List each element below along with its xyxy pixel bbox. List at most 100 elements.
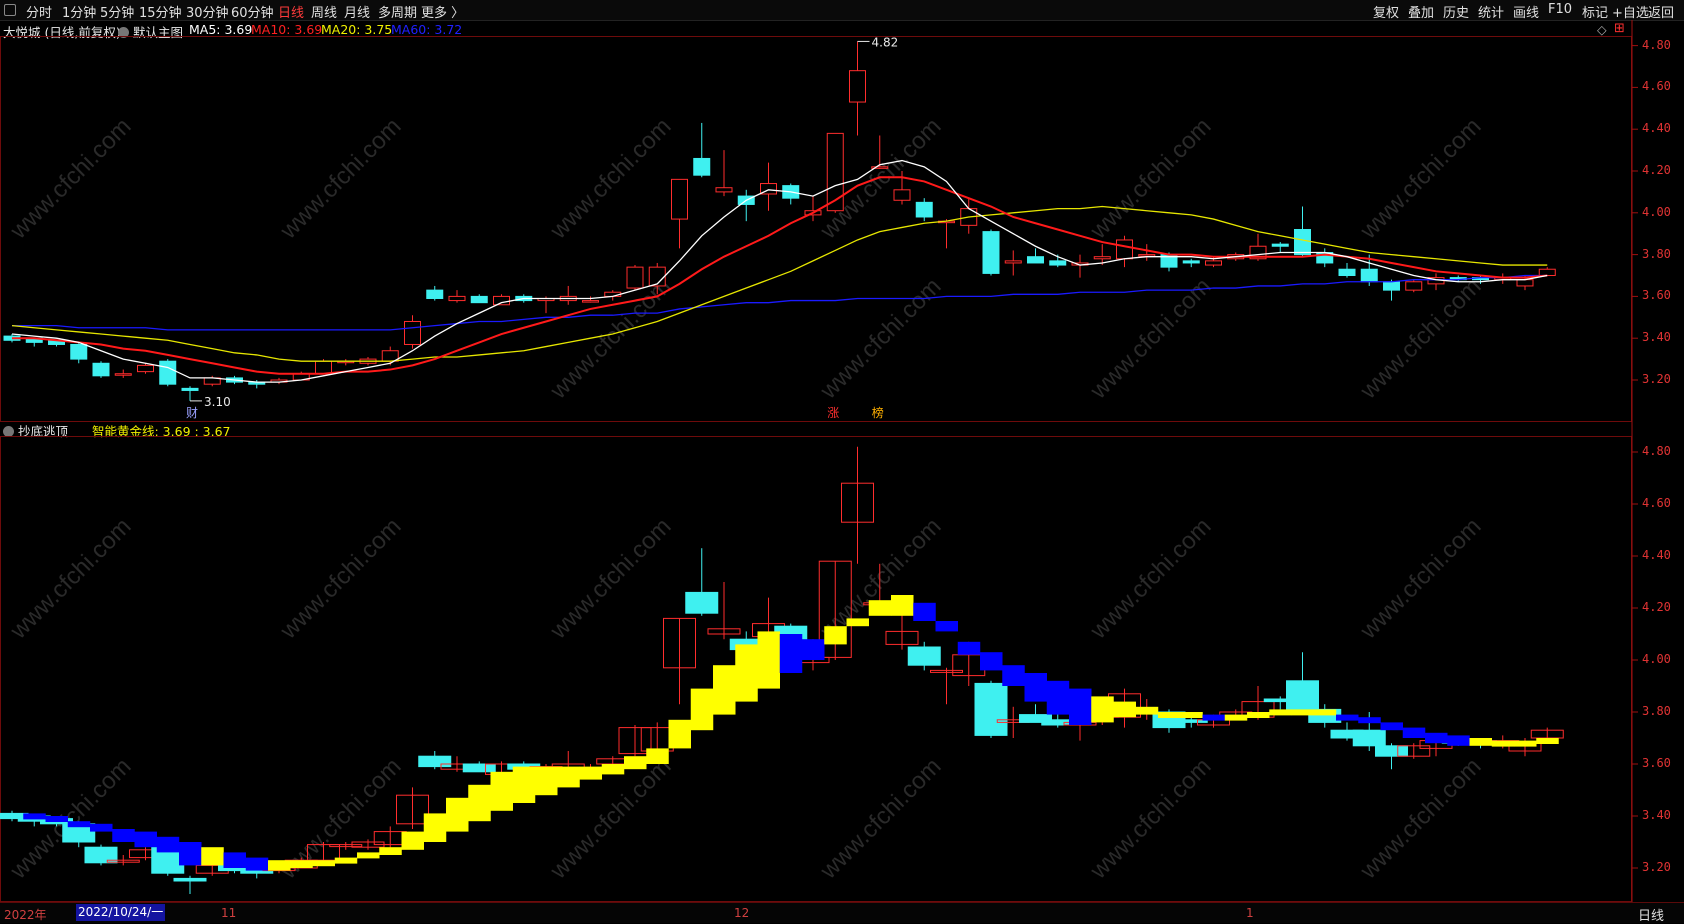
gold-band-segment: [446, 797, 469, 832]
gold-band-segment: [1291, 709, 1314, 716]
gold-band-segment: [935, 621, 958, 632]
gold-band-segment: [1336, 714, 1359, 721]
gold-band-segment: [891, 595, 914, 616]
year-label: 2022年: [4, 908, 47, 922]
gold-band-segment: [201, 847, 224, 866]
sub-candle-body: [907, 646, 941, 666]
candle-body: [893, 189, 911, 201]
gold-band-segment: [1069, 688, 1092, 725]
candle-body: [1405, 281, 1423, 291]
watermark-text: www.cfchi.com: [1084, 113, 1216, 245]
sub-y-tick-label: 4.40: [1642, 548, 1671, 562]
main-y-tick-label: 4.20: [1642, 163, 1671, 177]
gold-band-segment: [757, 631, 780, 689]
main-y-tick-label: 3.80: [1642, 246, 1671, 261]
watermark-text: www.cfchi.com: [1354, 513, 1486, 645]
sub-y-tick-label: 4.20: [1642, 600, 1671, 614]
candle-body: [1116, 239, 1133, 260]
candle-body: [404, 320, 421, 345]
candle-body: [1205, 260, 1222, 266]
gold-band-segment: [690, 688, 714, 731]
candle-body: [426, 289, 444, 299]
sub-y-tick-label: 4.80: [1642, 444, 1671, 458]
gold-band-segment: [512, 766, 536, 803]
main-y-tick-label: 3.40: [1642, 330, 1671, 345]
gold-band-segment: [1180, 712, 1203, 718]
month-label-11: 11: [221, 906, 237, 920]
gold-band-segment: [579, 766, 602, 780]
gold-band-segment: [468, 784, 491, 822]
gold-band-segment: [1447, 735, 1470, 746]
month-label-1: 1: [1246, 906, 1254, 920]
sub-candle-body: [974, 682, 1008, 736]
gold-band-segment: [913, 602, 936, 621]
watermark-text: www.cfchi.com: [1084, 513, 1216, 645]
gold-band-segment: [401, 831, 424, 850]
main-y-tick-label: 4.80: [1642, 37, 1671, 52]
candle-body: [915, 201, 933, 218]
candle-body: [470, 295, 488, 304]
gold-band-segment: [1247, 712, 1270, 718]
main-y-tick-label: 4.40: [1642, 121, 1671, 136]
cursor-date: 2022/10/24/一: [76, 904, 166, 921]
sub-y-tick-label: 4.00: [1642, 652, 1671, 666]
gold-band-segment: [1024, 673, 1047, 702]
gold-band-segment: [535, 766, 558, 796]
candle-body: [493, 295, 510, 306]
gold-band-segment: [423, 813, 447, 842]
gold-band-segment: [179, 842, 202, 866]
candle-body: [448, 295, 466, 302]
candle-body: [671, 178, 688, 220]
watermark-text: www.cfchi.com: [814, 273, 946, 405]
candle-body: [92, 362, 110, 377]
watermark-text: www.cfchi.com: [4, 113, 136, 245]
event-marker: 财: [186, 406, 198, 420]
low-price-marker: 3.10: [204, 395, 231, 409]
candle-body: [137, 364, 154, 373]
period-button[interactable]: 日线: [1638, 905, 1664, 924]
sub-y-tick-label: 3.40: [1642, 808, 1671, 822]
gold-band-segment: [1091, 696, 1114, 723]
gold-band-segment: [824, 626, 847, 645]
date-axis-bar: 2022年 2022/10/24/一 11 12 1 日线: [0, 902, 1684, 924]
main-y-tick-label: 3.60: [1642, 288, 1671, 303]
candle-body: [1182, 260, 1200, 264]
sub-candle-body: [1286, 680, 1319, 713]
gold-band-segment: [980, 652, 1003, 671]
gold-band-segment: [646, 748, 669, 764]
candle-body: [1004, 260, 1022, 264]
sub-candle-body: [1352, 729, 1386, 747]
sub-y-tick-label: 3.80: [1642, 704, 1671, 718]
gold-band-segment: [134, 831, 157, 848]
watermark-text: www.cfchi.com: [814, 753, 946, 885]
gold-band-segment: [802, 639, 825, 660]
gold-band-segment: [1536, 738, 1559, 744]
event-marker: 榜: [872, 405, 884, 420]
gold-band-segment: [1202, 714, 1225, 721]
candle-body: [1538, 268, 1556, 277]
gold-band-segment: [1269, 709, 1292, 716]
sub-candle-body: [685, 591, 719, 614]
ma60-line: [12, 274, 1548, 331]
sub-candle-body: [462, 763, 496, 773]
gold-band-segment: [1380, 722, 1403, 731]
kline-chart[interactable]: www.cfchi.com www.cfchi.com www.cfchi.com w…: [0, 0, 1684, 922]
watermark-text: www.cfchi.com: [1084, 753, 1216, 885]
gold-band-segment: [245, 857, 269, 871]
high-price-marker: 4.82: [872, 35, 899, 49]
gold-band-segment: [1514, 740, 1537, 747]
watermark-text: www.cfchi.com: [274, 113, 406, 245]
event-marker: 涨: [827, 405, 839, 420]
candle-body: [1271, 243, 1289, 247]
sub-y-tick-label: 3.60: [1642, 756, 1671, 770]
gold-band-segment: [713, 665, 736, 715]
gold-band-segment: [334, 857, 358, 864]
watermark-text: www.cfchi.com: [1354, 273, 1486, 405]
candle-body: [1360, 268, 1378, 283]
gold-band-segment: [67, 821, 91, 828]
gold-band-segment: [779, 634, 803, 673]
gold-band-segment: [668, 719, 691, 749]
gold-band-segment: [846, 618, 869, 627]
gold-band-segment: [312, 860, 335, 867]
gold-band-segment: [268, 860, 291, 871]
